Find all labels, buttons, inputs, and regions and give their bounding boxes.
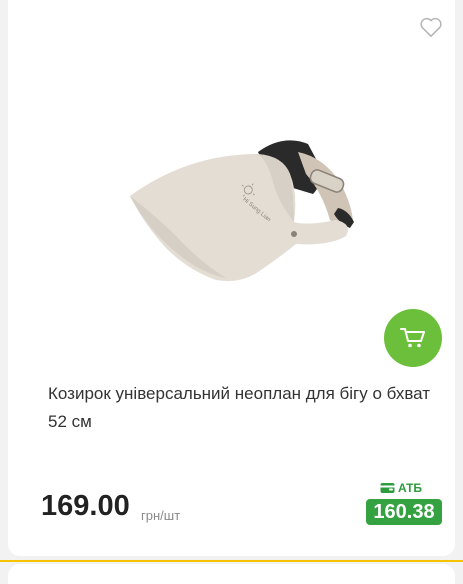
atb-label: АТБ: [398, 481, 423, 495]
price-unit: грн/шт: [141, 508, 181, 523]
cart-icon: [400, 328, 425, 348]
next-product-card[interactable]: [8, 564, 455, 584]
atb-card-badge: АТБ: [380, 481, 422, 495]
product-card[interactable]: Hi Sung Lian Козирок універсальний неопл…: [8, 0, 455, 556]
product-image[interactable]: Hi Sung Lian: [108, 112, 378, 312]
wallet-card-icon: [380, 483, 395, 493]
product-price: 169.00: [41, 490, 130, 522]
add-to-cart-button[interactable]: [384, 309, 442, 367]
card-divider: [0, 560, 463, 562]
atb-price: 160.38: [366, 499, 442, 525]
product-title[interactable]: Козирок універсальний неоплан для бігу о…: [48, 380, 448, 436]
heart-icon[interactable]: [418, 14, 444, 40]
